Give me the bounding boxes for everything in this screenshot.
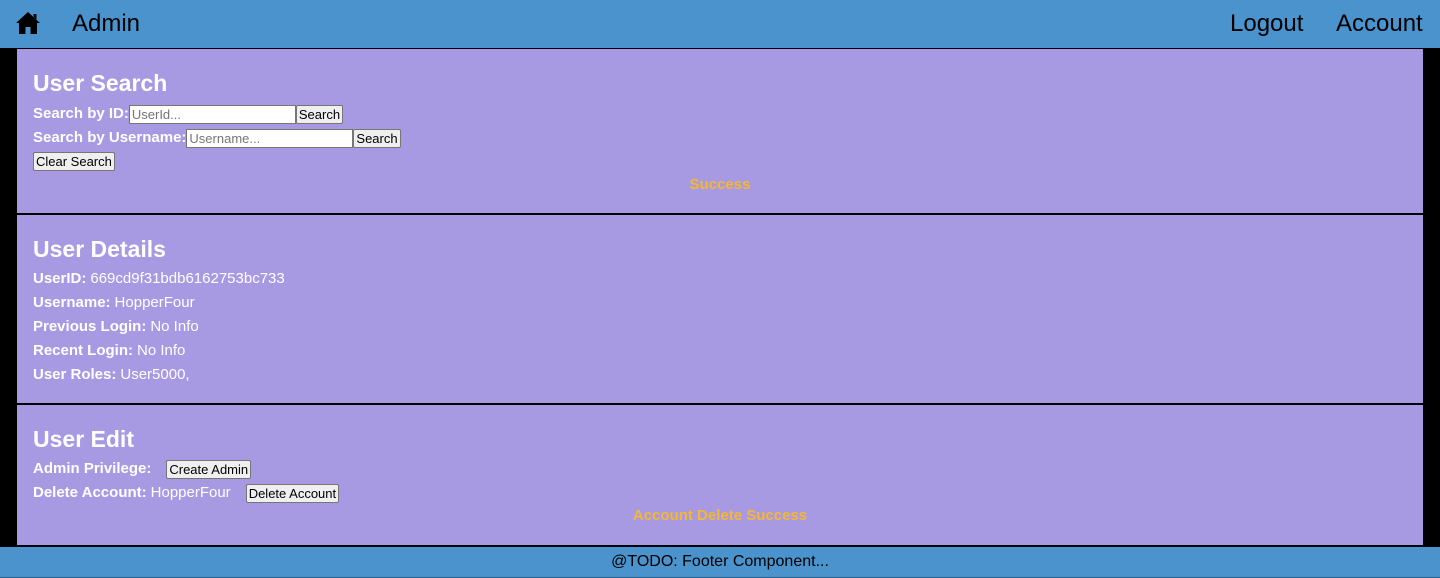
- detail-label: Username:: [33, 294, 111, 311]
- user-details-heading: User Details: [33, 236, 166, 262]
- search-by-username-button[interactable]: Search: [353, 128, 401, 148]
- user-edit-panel: User Edit Admin Privilege: Create Admin …: [17, 405, 1423, 545]
- detail-row-username: Username: HopperFour: [33, 293, 195, 313]
- delete-account-button[interactable]: Delete Account: [245, 483, 340, 503]
- admin-privilege-label: Admin Privilege:: [33, 460, 152, 477]
- logout-link[interactable]: Logout: [1230, 10, 1303, 38]
- detail-value: No Info: [137, 342, 186, 359]
- create-admin-button[interactable]: Create Admin: [166, 459, 252, 479]
- detail-row-user-roles: User Roles: User5000,: [33, 365, 190, 385]
- detail-row-user-id: UserID: 669cd9f31bdb6162753bc733: [33, 269, 285, 289]
- account-link[interactable]: Account: [1336, 10, 1423, 38]
- search-by-username-label: Search by Username:: [33, 129, 187, 146]
- clear-search-button[interactable]: Clear Search: [33, 152, 115, 171]
- username-input[interactable]: [186, 128, 354, 148]
- detail-label: UserID:: [33, 270, 87, 287]
- user-search-panel: User Search Search by ID: Search Search …: [17, 49, 1423, 213]
- admin-privilege-row: Admin Privilege: Create Admin: [33, 459, 252, 479]
- user-id-input[interactable]: [128, 104, 296, 124]
- search-status-message: Success: [689, 176, 751, 193]
- detail-label: User Roles:: [33, 366, 117, 383]
- top-navbar: Admin Logout Account: [0, 0, 1440, 48]
- delete-account-label: Delete Account:: [33, 484, 147, 501]
- clear-search-row: Clear Search: [33, 152, 115, 171]
- search-by-id-button[interactable]: Search: [295, 104, 344, 124]
- search-by-id-row: Search by ID: Search: [33, 104, 344, 124]
- search-by-username-row: Search by Username: Search: [33, 128, 401, 148]
- user-details-panel: User Details UserID: 669cd9f31bdb6162753…: [17, 215, 1423, 403]
- main-content: User Search Search by ID: Search Search …: [17, 49, 1423, 545]
- detail-value: No Info: [150, 318, 199, 335]
- home-icon[interactable]: [15, 11, 41, 35]
- detail-label: Previous Login:: [33, 318, 147, 335]
- delete-account-username: HopperFour: [150, 484, 231, 501]
- detail-value: User5000,: [120, 366, 190, 383]
- detail-row-recent-login: Recent Login: No Info: [33, 341, 185, 361]
- detail-value: 669cd9f31bdb6162753bc733: [90, 270, 285, 287]
- delete-account-row: Delete Account: HopperFour Delete Accoun…: [33, 483, 340, 503]
- detail-row-previous-login: Previous Login: No Info: [33, 317, 199, 337]
- user-search-heading: User Search: [33, 70, 168, 96]
- search-by-id-label: Search by ID:: [33, 105, 129, 122]
- user-edit-heading: User Edit: [33, 426, 134, 452]
- footer: @TODO: Footer Component...: [0, 547, 1440, 578]
- app-title: Admin: [72, 10, 141, 37]
- detail-label: Recent Login:: [33, 342, 133, 359]
- edit-status-message: Account Delete Success: [632, 507, 808, 524]
- detail-value: HopperFour: [114, 294, 195, 311]
